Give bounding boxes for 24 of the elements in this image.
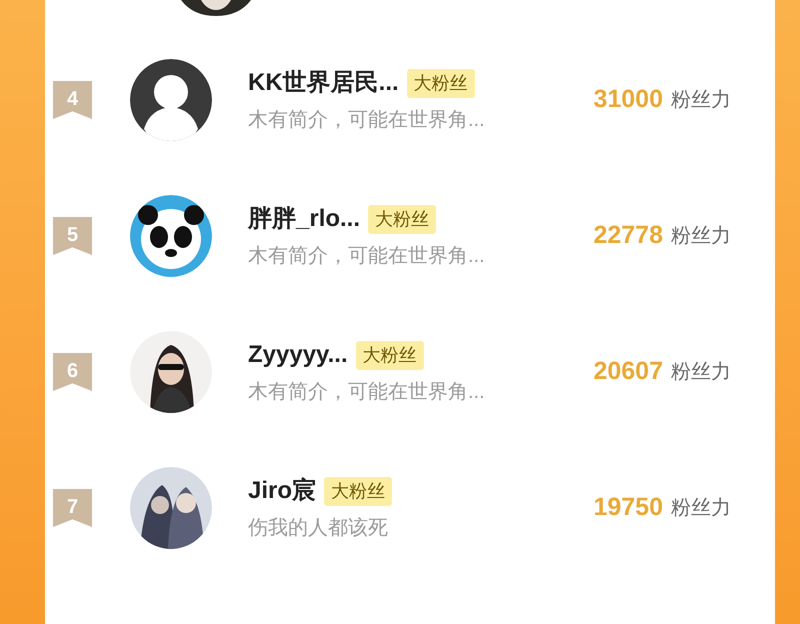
rank-ribbon: 5 [53,217,92,255]
fan-tag: 大粉丝 [324,476,392,506]
fan-score: 31000 [593,84,663,116]
user-name[interactable]: KK世界居民... [248,65,399,101]
user-name[interactable]: Zyyyyy... [248,337,348,373]
fan-score: 22778 [593,220,663,252]
fan-score: 19750 [593,492,663,524]
rank-ribbon: 4 [53,81,92,119]
score-unit: 粉丝力 [671,360,731,385]
user-bio: 木有简介，可能在世界角... [248,244,486,269]
fan-tag: 大粉丝 [356,340,424,370]
user-name[interactable]: 胖胖_rlo... [248,201,360,237]
user-bio: 伤我的人都该死 [248,516,389,541]
rank-ribbon: 7 [53,489,92,527]
fan-score: 20607 [593,356,663,388]
score-unit: 粉丝力 [671,88,731,113]
user-bio: 木有简介，可能在世界角... [248,380,486,405]
rank-ribbon: 6 [53,353,92,391]
fan-tag: 大粉丝 [406,68,475,98]
score-unit: 粉丝力 [671,496,731,521]
fan-tag: 大粉丝 [368,204,436,234]
user-bio: 木有简介，可能在世界角... [248,108,486,133]
user-name[interactable]: Jiro宸 [248,473,316,509]
score-unit: 粉丝力 [671,224,731,249]
